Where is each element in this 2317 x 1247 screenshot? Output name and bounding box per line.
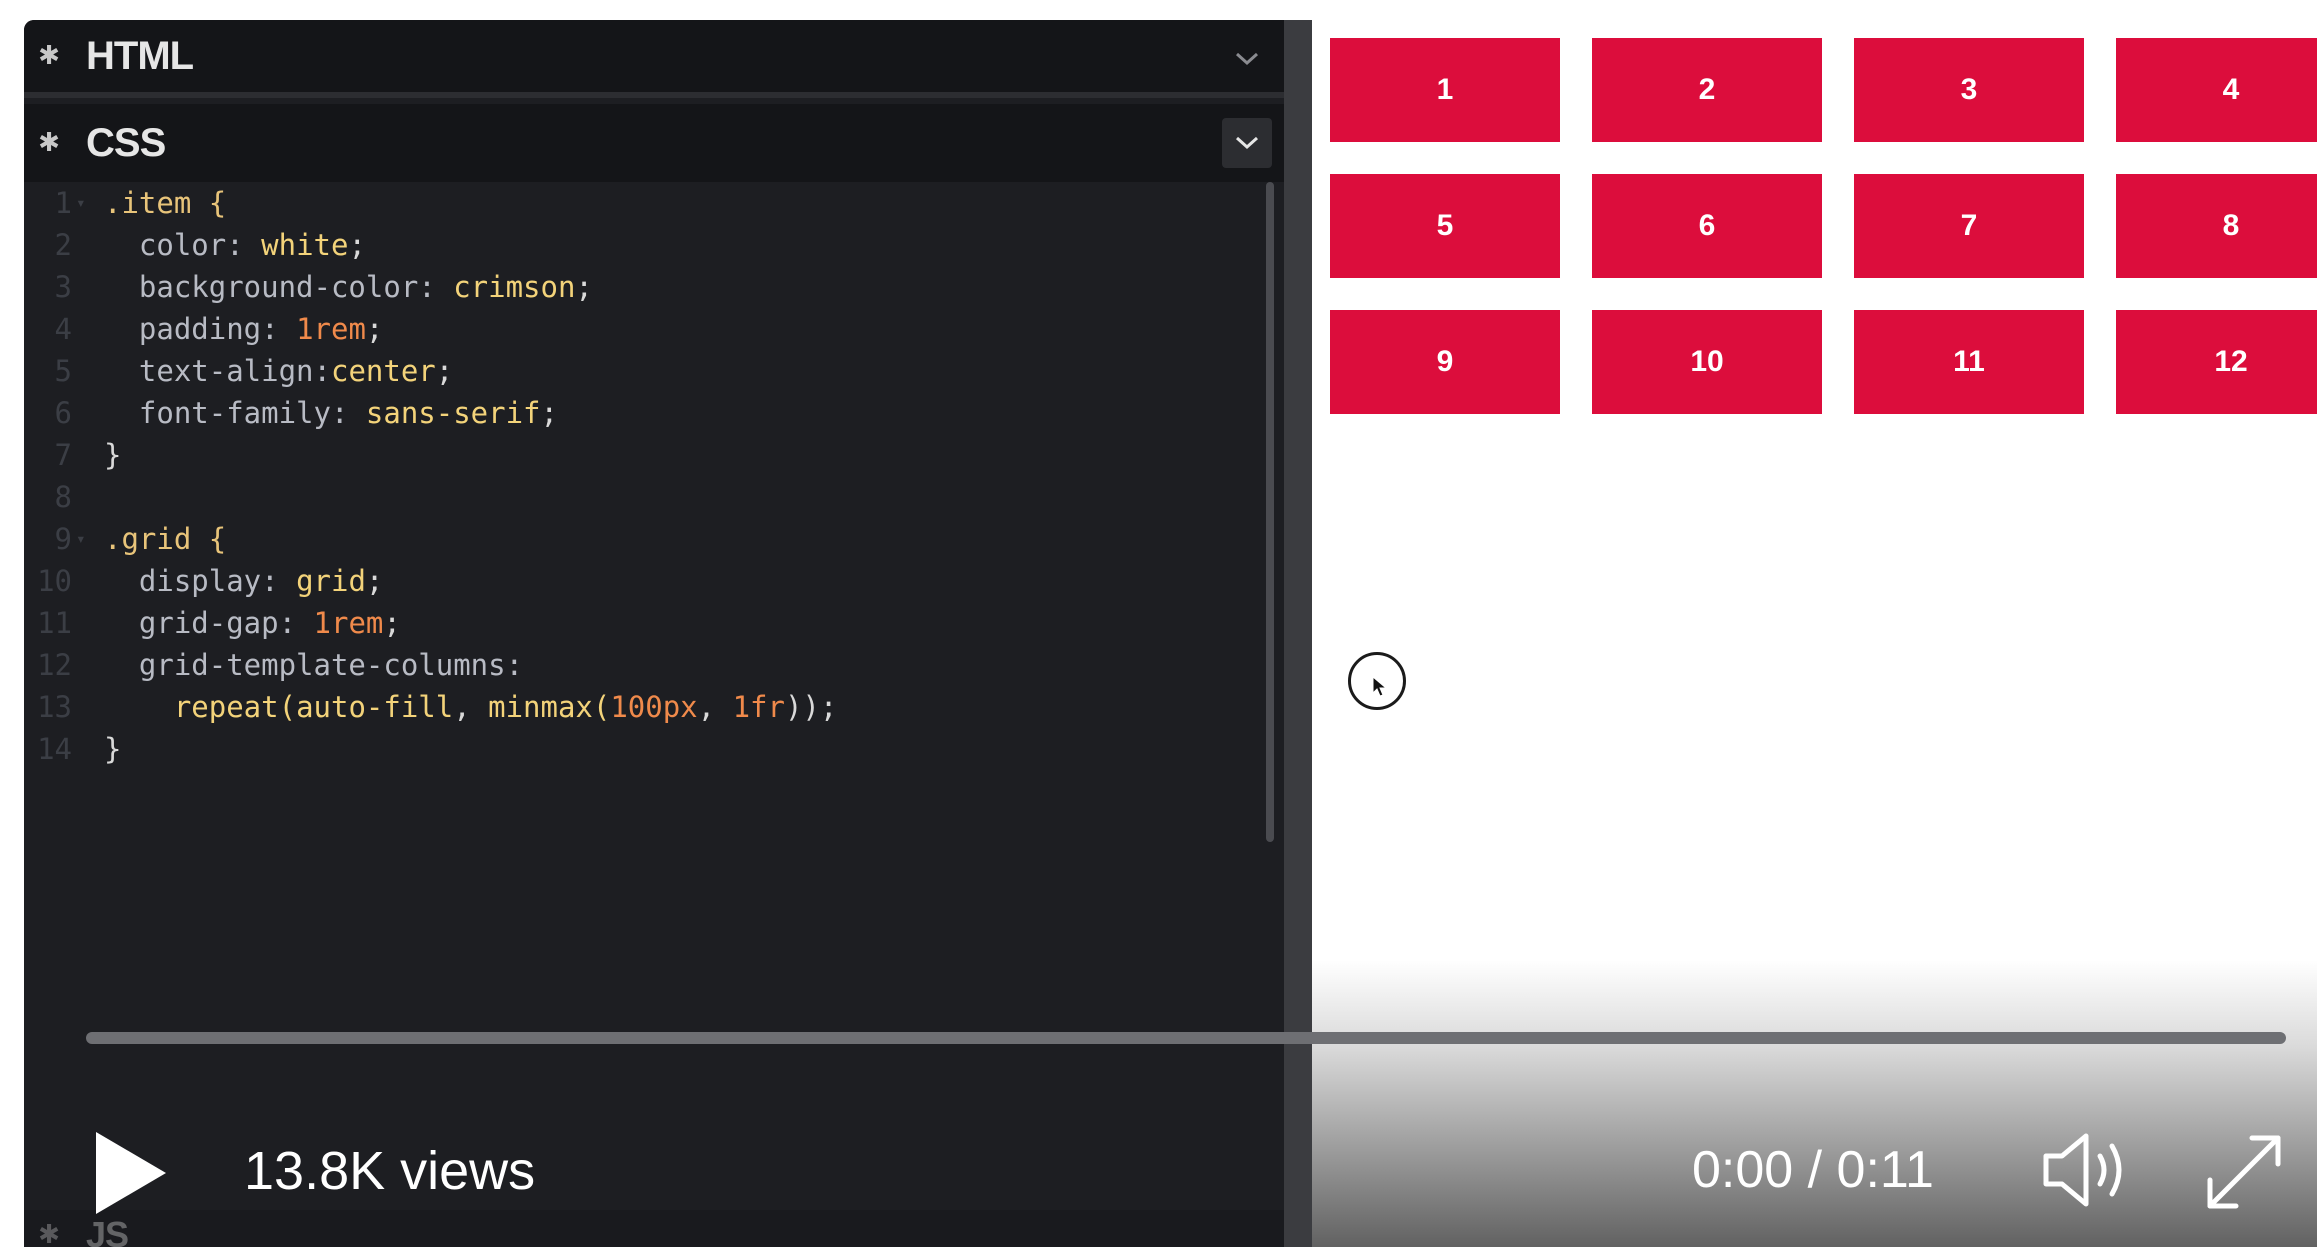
code-line: text-align:center;: [138, 354, 454, 388]
line-number: 11: [37, 606, 72, 640]
grid-item: 8: [2116, 174, 2317, 278]
code-line: display: grid;: [138, 564, 384, 598]
fold-arrow-icon[interactable]: ▾: [76, 518, 86, 560]
code-line: grid-template-columns:: [138, 648, 524, 682]
code-line: .grid {: [104, 522, 227, 556]
grid-item: 3: [1854, 38, 2084, 142]
line-number: 8: [54, 480, 72, 514]
grid-item: 12: [2116, 310, 2317, 414]
js-panel-header[interactable]: ✱ JS: [24, 1210, 1284, 1247]
grid-item: 4: [2116, 38, 2317, 142]
code-line: background-color: crimson;: [138, 270, 593, 304]
line-number: 10: [37, 564, 72, 598]
code-line: .item {: [104, 186, 227, 220]
play-icon[interactable]: [90, 1128, 170, 1218]
line-number: 5: [54, 354, 72, 388]
code-line: repeat(auto-fill, minmax(100px, 1fr));: [173, 690, 838, 724]
panel-title-css: CSS: [86, 120, 166, 165]
line-number: 9: [54, 522, 72, 556]
fold-arrow-icon[interactable]: ▾: [76, 182, 86, 224]
gear-icon[interactable]: ✱: [24, 1196, 74, 1247]
code-line: }: [104, 732, 122, 766]
line-number: 4: [54, 312, 72, 346]
panel-title-js: JS: [86, 1214, 129, 1247]
view-count: 13.8K views: [244, 1141, 536, 1201]
css-code-area[interactable]: 1 ▾ 2 3 4 5 6 7 8 9 ▾ 10 11 12 13 14 .item…: [24, 182, 1264, 1042]
gear-icon[interactable]: ✱: [24, 104, 74, 182]
vertical-scrollbar[interactable]: [1266, 182, 1274, 842]
line-number: 6: [54, 396, 72, 430]
line-number: 3: [54, 270, 72, 304]
gear-icon[interactable]: ✱: [24, 20, 74, 95]
chevron-down-icon[interactable]: [1222, 118, 1272, 168]
mouse-pointer-icon: [1372, 676, 1388, 697]
video-controls-gradient: [1312, 960, 2317, 1247]
line-number: 14: [37, 732, 72, 766]
line-number: 12: [37, 648, 72, 682]
code-editor: ✱ HTML ✱ CSS 1 ▾ 2 3 4 5 6 7 8 9 ▾ 10 11 1…: [24, 20, 1284, 1247]
code-line: grid-gap: 1rem;: [138, 606, 401, 640]
panel-title-html: HTML: [86, 33, 194, 78]
grid-item: 10: [1592, 310, 1822, 414]
css-panel-header[interactable]: ✱ CSS: [24, 104, 1284, 182]
volume-icon[interactable]: [2040, 1130, 2140, 1210]
code-line: font-family: sans-serif;: [138, 396, 558, 430]
grid-item: 1: [1330, 38, 1560, 142]
video-progress-bar[interactable]: [86, 1032, 2286, 1044]
grid-item: 7: [1854, 174, 2084, 278]
code-line: padding: 1rem;: [138, 312, 384, 346]
code-line: }: [104, 438, 122, 472]
grid-item: 2: [1592, 38, 1822, 142]
grid-item: 9: [1330, 310, 1560, 414]
line-number: 2: [54, 228, 72, 262]
line-number: 1: [54, 186, 72, 220]
grid-item: 11: [1854, 310, 2084, 414]
chevron-down-icon[interactable]: [1222, 34, 1272, 84]
code-line: color: white;: [138, 228, 366, 262]
line-number: 7: [54, 438, 72, 472]
grid-item: 5: [1330, 174, 1560, 278]
pane-resize-handle[interactable]: [1284, 20, 1312, 1247]
line-number: 13: [37, 690, 72, 724]
fullscreen-icon[interactable]: [2196, 1124, 2292, 1220]
grid-item: 6: [1592, 174, 1822, 278]
video-time: 0:00 / 0:11: [1692, 1141, 1934, 1199]
html-panel-header[interactable]: ✱ HTML: [24, 20, 1284, 98]
